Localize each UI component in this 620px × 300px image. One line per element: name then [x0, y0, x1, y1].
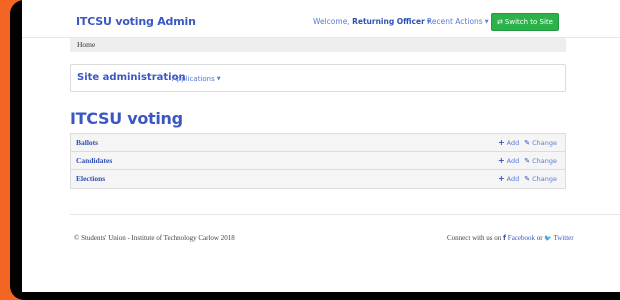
switch-to-site-label: Switch to Site	[504, 18, 553, 26]
add-button[interactable]: + Add	[498, 174, 519, 183]
browser-viewport: ITCSU voting Admin Welcome, Returning Of…	[22, 0, 620, 292]
user-menu-dropdown[interactable]: Welcome, Returning Officer ▼	[313, 17, 431, 26]
change-button[interactable]: ✎ Change	[524, 157, 557, 165]
plus-icon: +	[497, 174, 505, 183]
row-actions: + Add ✎ Change	[498, 156, 557, 165]
plus-icon: +	[497, 138, 505, 147]
site-admin-panel: Site administration Applications ▼	[70, 64, 566, 92]
change-label: Change	[532, 175, 557, 183]
add-label: Add	[506, 138, 520, 147]
facebook-label: Facebook	[507, 234, 536, 242]
edit-icon: ✎	[524, 139, 531, 147]
footer-social: Connect with us on f Facebook or 🐦 Twitt…	[447, 234, 574, 242]
app-title[interactable]: ITCSU voting	[70, 109, 183, 128]
table-row: Elections + Add ✎ Change	[71, 170, 565, 188]
row-actions: + Add ✎ Change	[498, 174, 557, 183]
recent-actions-label: Recent Actions	[427, 17, 483, 26]
caret-down-icon: ▼	[484, 19, 489, 25]
applications-dropdown[interactable]: Applications ▼	[172, 75, 221, 83]
edit-icon: ✎	[524, 157, 531, 165]
switch-to-site-button[interactable]: ⇄ Switch to Site	[491, 13, 559, 31]
model-link-ballots[interactable]: Ballots	[76, 138, 98, 147]
add-button[interactable]: + Add	[498, 156, 519, 165]
footer-copyright: © Students' Union - Institute of Technol…	[74, 234, 235, 242]
add-label: Add	[506, 174, 520, 183]
applications-label: Applications	[172, 75, 215, 83]
change-button[interactable]: ✎ Change	[524, 139, 557, 147]
facebook-icon: f	[503, 234, 507, 242]
exchange-arrows-icon: ⇄	[497, 18, 503, 26]
model-link-candidates[interactable]: Candidates	[76, 156, 112, 165]
site-admin-title[interactable]: Site administration	[77, 72, 186, 83]
plus-icon: +	[497, 156, 505, 165]
model-link-elections[interactable]: Elections	[76, 174, 105, 183]
twitter-icon: 🐦	[544, 236, 552, 242]
twitter-label: Twitter	[553, 234, 574, 242]
connect-prefix: Connect with us on	[447, 234, 503, 242]
or-text: or	[535, 234, 545, 242]
caret-down-icon: ▼	[216, 76, 221, 82]
change-label: Change	[532, 139, 557, 147]
add-label: Add	[506, 156, 520, 165]
footer-divider	[70, 214, 620, 215]
brand-link[interactable]: ITCSU voting Admin	[76, 15, 196, 28]
edit-icon: ✎	[524, 175, 531, 183]
twitter-link[interactable]: 🐦 Twitter	[544, 234, 573, 242]
change-button[interactable]: ✎ Change	[524, 175, 557, 183]
welcome-prefix: Welcome,	[313, 17, 353, 26]
add-button[interactable]: + Add	[498, 138, 519, 147]
table-row: Candidates + Add ✎ Change	[71, 152, 565, 170]
top-navbar: ITCSU voting Admin Welcome, Returning Of…	[22, 0, 620, 38]
row-actions: + Add ✎ Change	[498, 138, 557, 147]
model-table: Ballots + Add ✎ Change Candidates + Add ✎ Chan…	[70, 133, 566, 189]
recent-actions-dropdown[interactable]: Recent Actions ▼	[427, 17, 489, 26]
welcome-user: Returning Officer	[352, 17, 425, 26]
facebook-link[interactable]: f Facebook	[503, 234, 535, 242]
change-label: Change	[532, 157, 557, 165]
table-row: Ballots + Add ✎ Change	[71, 134, 565, 152]
breadcrumb: Home	[70, 38, 566, 52]
breadcrumb-home[interactable]: Home	[77, 40, 95, 49]
